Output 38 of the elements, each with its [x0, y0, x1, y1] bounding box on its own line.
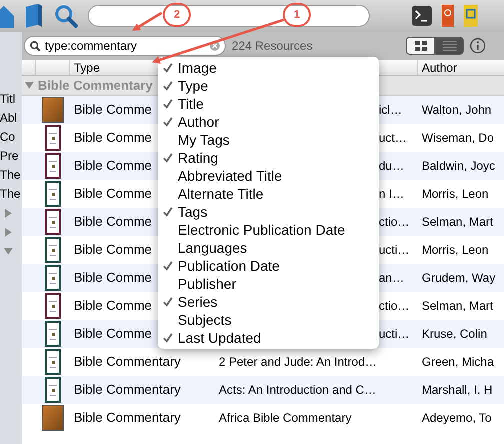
table-cell-text: Bible Comme [73, 297, 154, 316]
table-cell-text: 2 Peter and Jude: An Introd… [218, 354, 378, 371]
table-cell-text: Acts: An Introduction and C… [218, 382, 378, 399]
table-cell-text: Green, Micha [421, 354, 496, 371]
table-cell-text: Selman, Mart [421, 214, 494, 231]
table-cell-text: Selman, Mart [421, 298, 494, 315]
table-cell-text: ctio… [379, 214, 411, 231]
group-label: Bible Commentary [38, 76, 153, 95]
table-cell-text: icl… [379, 102, 404, 119]
table-cell-text: Grudem, Way [421, 270, 497, 287]
table-cell-text: Bible Comme [73, 129, 154, 148]
table-cell-text: Bible Comme [73, 185, 154, 204]
table-cell-text: Marshall, I. H [421, 382, 494, 399]
table-cell-text: Bible Commentary [73, 381, 182, 400]
table-cell-text: Bible Comme [73, 241, 154, 260]
table-cell-text: ctio… [379, 298, 411, 315]
table-cell-text: du… [379, 158, 406, 175]
table-cell-text: Bible Commentary [73, 409, 182, 428]
table-cell-text: Baldwin, Joyc [421, 158, 496, 175]
table-cell-text: Adeyemo, To [421, 410, 493, 427]
table-cell-text: Bible Comme [73, 213, 154, 232]
table-cell-text: ucti… [379, 326, 411, 343]
table-cell-text: Bible Comme [73, 269, 154, 288]
resource-count: 224 Resources [232, 38, 313, 55]
table-cell-text: Walton, John [421, 102, 493, 119]
table-cell-text: Morris, Leon [421, 186, 490, 203]
table-cell-text: Morris, Leon [421, 242, 490, 259]
table-cell-text: Wiseman, Do [421, 130, 496, 147]
table-cell-text: uct… [379, 130, 408, 147]
table-cell-text: Kruse, Colin [421, 326, 488, 343]
table-cell-text: Africa Bible Commentary [218, 410, 353, 427]
table-cell-text: n I… [379, 186, 406, 203]
table-cell-text: Bible Comme [73, 325, 154, 344]
table-cell-text: Bible Comme [73, 157, 154, 176]
table-cell-text: Bible Comme [73, 101, 154, 120]
table-cell-text: Bible Commentary [73, 353, 182, 372]
table-cell-text: an… [379, 270, 406, 287]
table-cell-text: ucti… [379, 242, 411, 259]
